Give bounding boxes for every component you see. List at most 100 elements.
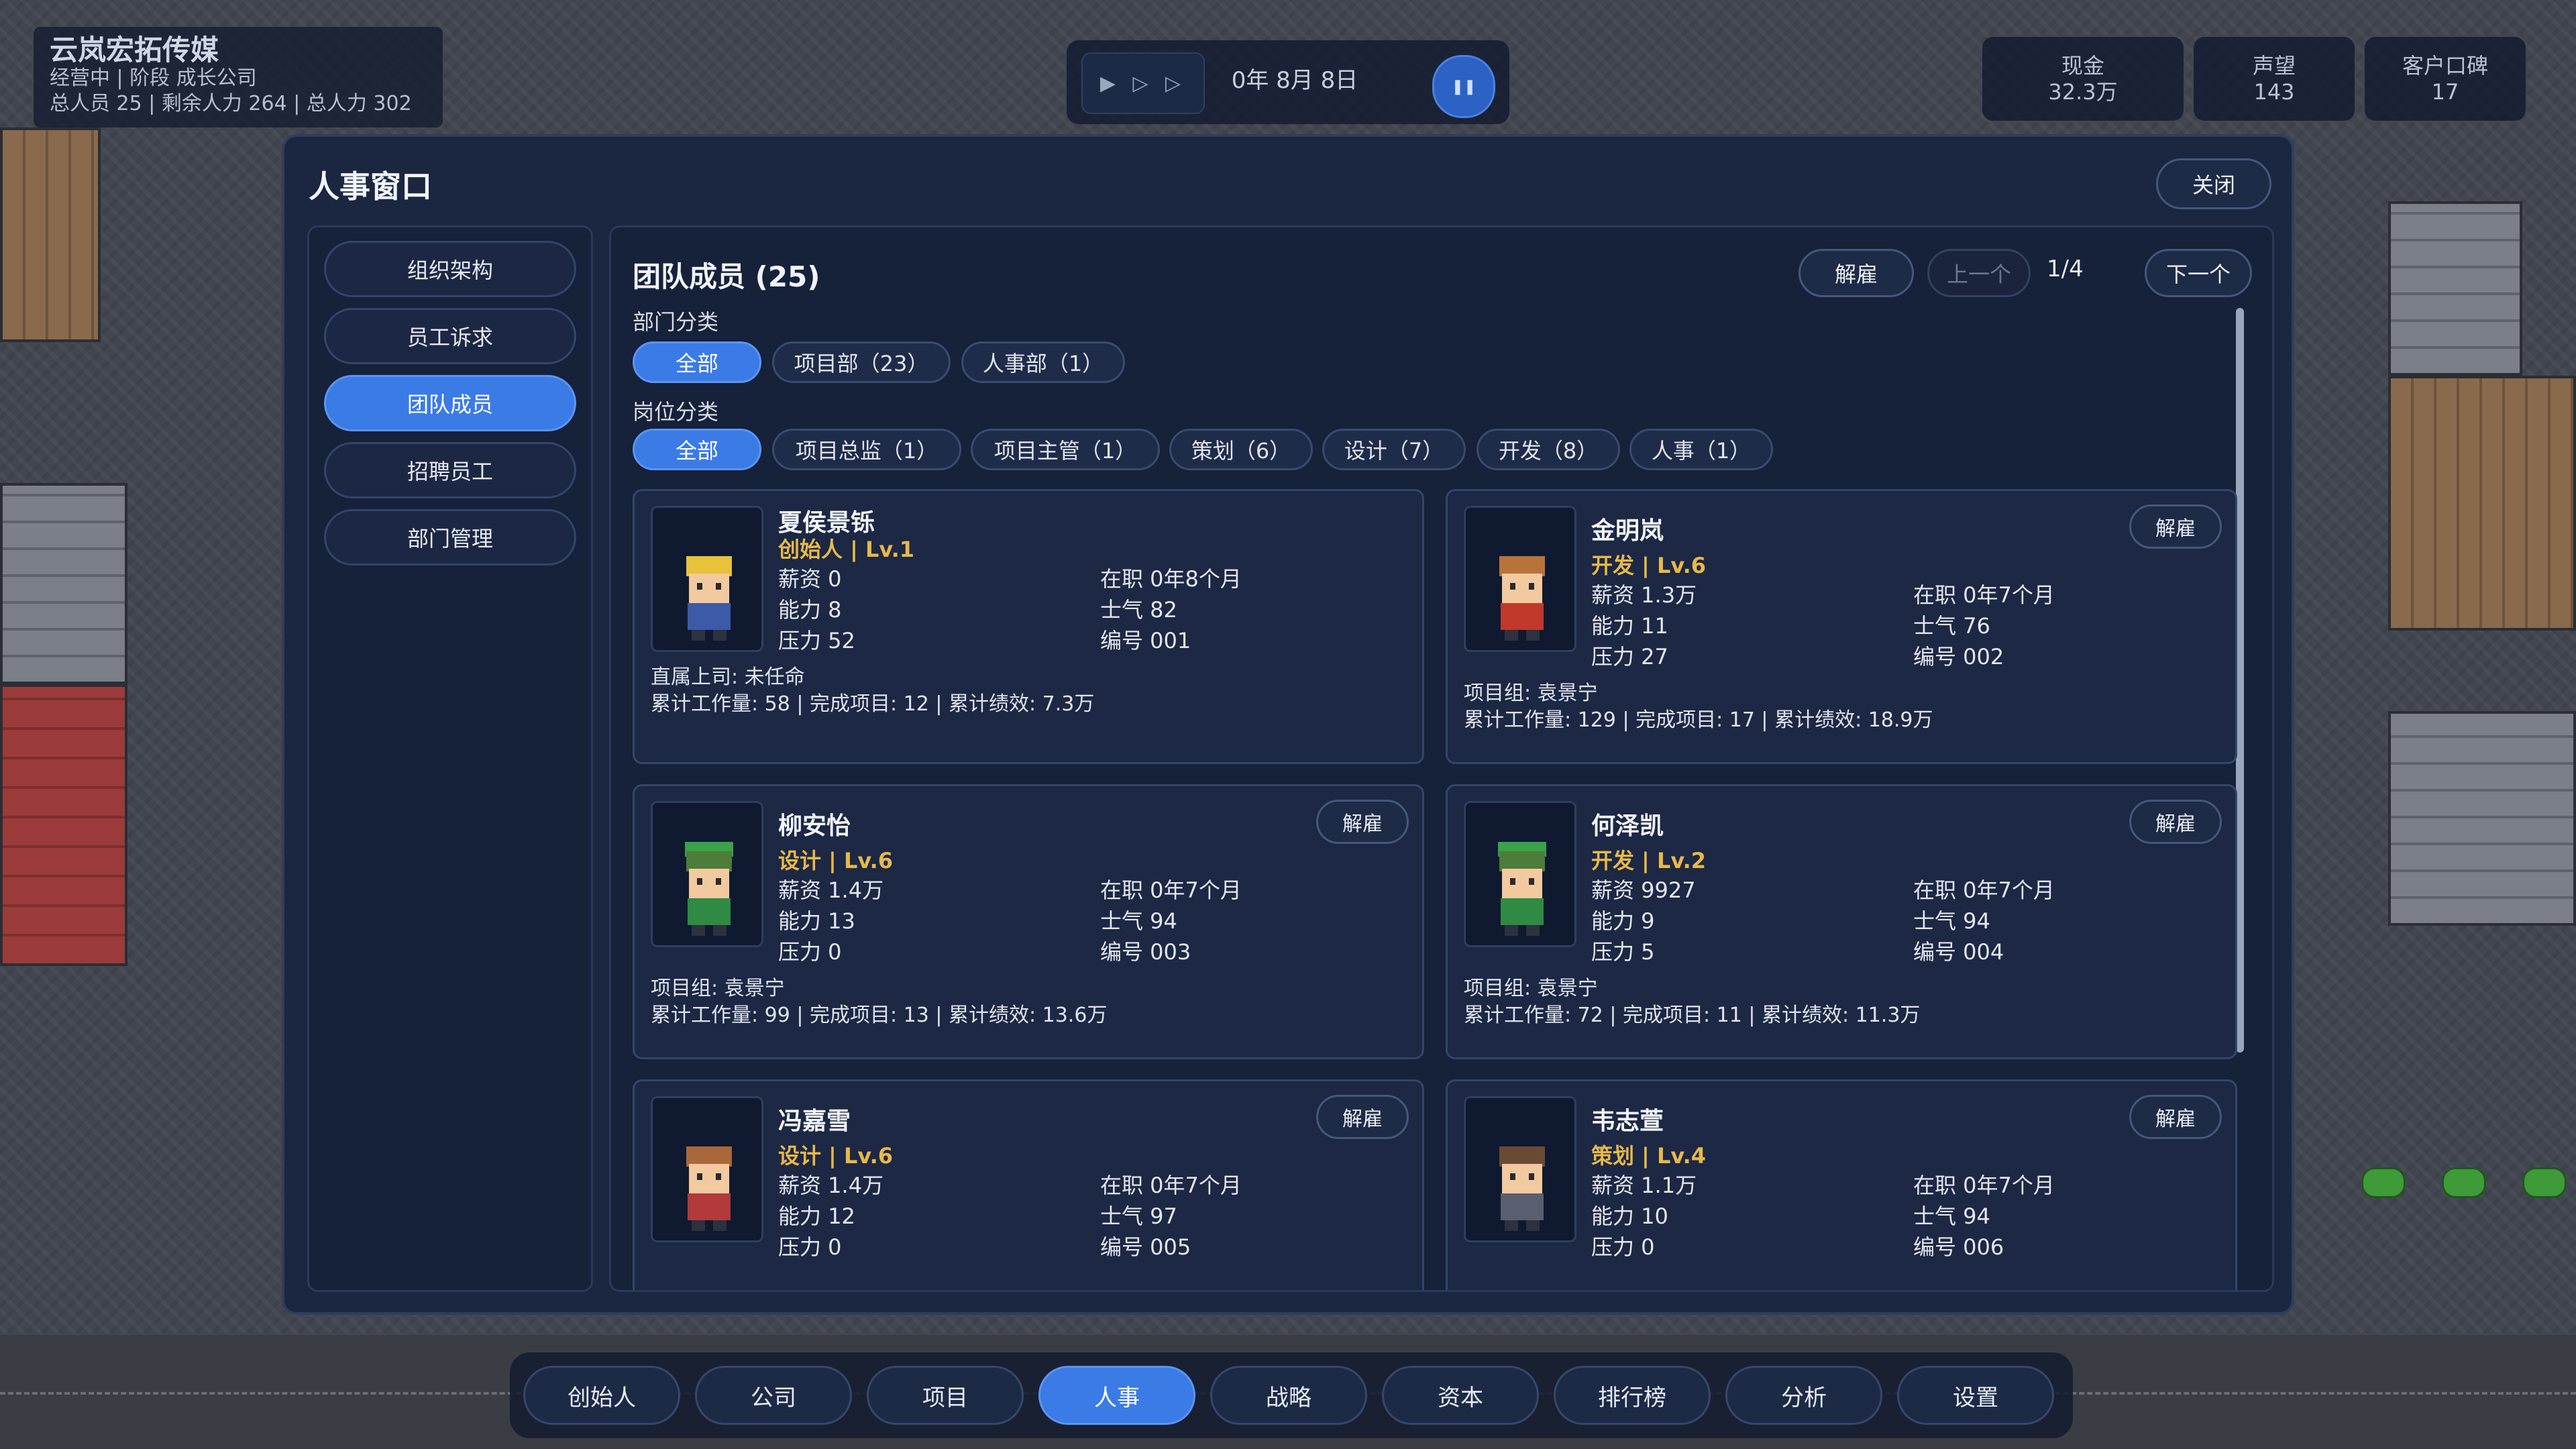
member-salary: 薪资 1.1万 bbox=[1591, 1173, 1697, 1198]
card-fire-button[interactable]: 解雇 bbox=[2129, 504, 2222, 549]
avatar bbox=[1464, 801, 1576, 947]
company-info-panel: 云岚宏拓传媒 经营中 | 阶段 成长公司 总人员 25 | 剩余人力 264 |… bbox=[34, 27, 443, 127]
member-supervisor-or-group: 项目组: 袁景宁 bbox=[651, 977, 785, 1000]
tree bbox=[2361, 1167, 2406, 1198]
pause-button[interactable]: ❚❚ bbox=[1432, 55, 1495, 118]
reputation-stat: 声望 143 bbox=[2194, 37, 2355, 121]
pixel-body bbox=[688, 898, 731, 925]
card-fire-button[interactable]: 解雇 bbox=[1316, 1095, 1409, 1139]
pixel-face bbox=[689, 869, 729, 898]
nav-capital[interactable]: 资本 bbox=[1382, 1366, 1539, 1425]
card-fire-button[interactable]: 解雇 bbox=[2129, 1095, 2222, 1139]
role-chip-hr[interactable]: 人事（1） bbox=[1629, 429, 1773, 470]
sidebar-item-employee-requests[interactable]: 员工诉求 bbox=[324, 308, 576, 364]
hr-window: 人事窗口 关闭 组织架构 员工诉求 团队成员 招聘员工 部门管理 团队成员 (2… bbox=[282, 134, 2294, 1315]
member-pressure: 压力 27 bbox=[1591, 644, 1668, 669]
cash-stat: 现金 32.3万 bbox=[1982, 37, 2184, 121]
member-morale: 士气 76 bbox=[1913, 613, 1990, 639]
member-name: 何泽凯 bbox=[1591, 812, 1664, 840]
member-card[interactable]: 柳安怡 设计 | Lv.6 薪资 1.4万 能力 13 压力 0 在职 0年7个… bbox=[633, 784, 1424, 1059]
member-supervisor-or-group: 项目组: 袁景宁 bbox=[1464, 682, 1598, 705]
role-chip-project-lead[interactable]: 项目主管（1） bbox=[971, 429, 1160, 470]
member-pressure: 压力 0 bbox=[778, 939, 842, 965]
pixel-face bbox=[1502, 1164, 1542, 1193]
member-id: 编号 002 bbox=[1913, 644, 2004, 669]
member-cumulative-stats: 累计工作量: 129 | 完成项目: 17 | 累计绩效: 18.9万 bbox=[1464, 708, 1933, 732]
card-fire-button[interactable]: 解雇 bbox=[1316, 800, 1409, 844]
nav-founder[interactable]: 创始人 bbox=[523, 1366, 680, 1425]
nav-hr[interactable]: 人事 bbox=[1038, 1366, 1195, 1425]
pixel-leg bbox=[1505, 1220, 1518, 1231]
speed-button[interactable]: ▶ ▷ ▷ bbox=[1081, 52, 1205, 114]
team-title: 团队成员 (25) bbox=[633, 260, 820, 293]
member-supervisor-or-group: 直属上司: 未任命 bbox=[651, 665, 805, 689]
avatar bbox=[651, 506, 763, 652]
member-id: 编号 003 bbox=[1100, 939, 1191, 965]
nav-company[interactable]: 公司 bbox=[695, 1366, 852, 1425]
prev-button[interactable]: 上一个 bbox=[1927, 249, 2031, 297]
time-control-panel: ▶ ▷ ▷ 0年 8月 8日 ❚❚ bbox=[1067, 40, 1509, 124]
pixel-leg bbox=[692, 630, 705, 641]
page-indicator: 1/4 bbox=[2047, 256, 2084, 282]
member-id: 编号 005 bbox=[1100, 1234, 1191, 1260]
nav-leaderboard[interactable]: 排行榜 bbox=[1554, 1366, 1711, 1425]
close-button[interactable]: 关闭 bbox=[2156, 158, 2271, 209]
member-salary: 薪资 1.4万 bbox=[778, 1173, 884, 1198]
member-id: 编号 004 bbox=[1913, 939, 2004, 965]
role-chip-all[interactable]: 全部 bbox=[633, 429, 761, 470]
card-fire-button[interactable]: 解雇 bbox=[2129, 800, 2222, 844]
pixel-eye bbox=[1510, 583, 1515, 590]
dept-chip-project[interactable]: 项目部（23） bbox=[772, 341, 951, 383]
tree bbox=[2442, 1167, 2486, 1198]
pixel-face bbox=[1502, 574, 1542, 603]
member-ability: 能力 8 bbox=[778, 597, 842, 623]
member-card[interactable]: 夏侯景铄 创始人 | Lv.1 薪资 0 能力 8 压力 52 在职 0年8个月… bbox=[633, 489, 1424, 764]
role-chip-planning[interactable]: 策划（6） bbox=[1169, 429, 1313, 470]
sidebar-item-org-structure[interactable]: 组织架构 bbox=[324, 241, 576, 297]
next-button[interactable]: 下一个 bbox=[2145, 249, 2252, 297]
avatar bbox=[1464, 1096, 1576, 1242]
window-title: 人事窗口 bbox=[309, 168, 432, 205]
client-rating-stat: 客户口碑 17 bbox=[2365, 37, 2526, 121]
client-rating-label: 客户口碑 bbox=[2402, 53, 2488, 78]
cash-label: 现金 bbox=[2061, 53, 2104, 78]
sidebar-item-team-members[interactable]: 团队成员 bbox=[324, 375, 576, 431]
nav-strategy[interactable]: 战略 bbox=[1210, 1366, 1367, 1425]
avatar bbox=[1464, 506, 1576, 652]
member-id: 编号 006 bbox=[1913, 1234, 2004, 1260]
member-card[interactable]: 韦志萱 策划 | Lv.4 薪资 1.1万 能力 10 压力 0 在职 0年7个… bbox=[1446, 1079, 2237, 1290]
role-chip-dev[interactable]: 开发（8） bbox=[1477, 429, 1620, 470]
member-pressure: 压力 5 bbox=[1591, 939, 1655, 965]
pixel-leg bbox=[1505, 925, 1518, 936]
member-tenure: 在职 0年7个月 bbox=[1913, 582, 2055, 608]
role-chip-project-director[interactable]: 项目总监（1） bbox=[772, 429, 961, 470]
member-pressure: 压力 0 bbox=[1591, 1234, 1655, 1260]
nav-analysis[interactable]: 分析 bbox=[1725, 1366, 1882, 1425]
member-role-level: 创始人 | Lv.1 bbox=[778, 537, 915, 562]
role-chip-design[interactable]: 设计（7） bbox=[1322, 429, 1466, 470]
dept-chip-all[interactable]: 全部 bbox=[633, 341, 761, 383]
member-card[interactable]: 金明岚 开发 | Lv.6 薪资 1.3万 能力 11 压力 27 在职 0年7… bbox=[1446, 489, 2237, 764]
nav-settings[interactable]: 设置 bbox=[1897, 1366, 2054, 1425]
member-name: 金明岚 bbox=[1591, 517, 1664, 545]
building bbox=[0, 483, 127, 684]
dept-chip-hr[interactable]: 人事部（1） bbox=[961, 341, 1125, 383]
pixel-body bbox=[1501, 1193, 1544, 1220]
member-salary: 薪资 1.3万 bbox=[1591, 582, 1697, 608]
member-morale: 士气 97 bbox=[1100, 1203, 1177, 1229]
fire-button[interactable]: 解雇 bbox=[1799, 249, 1914, 297]
sidebar-item-recruit[interactable]: 招聘员工 bbox=[324, 442, 576, 498]
member-role-level: 开发 | Lv.6 bbox=[1591, 553, 1707, 578]
member-card[interactable]: 冯嘉雪 设计 | Lv.6 薪资 1.4万 能力 12 压力 0 在职 0年7个… bbox=[633, 1079, 1424, 1290]
nav-projects[interactable]: 项目 bbox=[867, 1366, 1024, 1425]
pixel-leg bbox=[713, 1220, 727, 1231]
pixel-body bbox=[688, 1193, 731, 1220]
member-tenure: 在职 0年7个月 bbox=[1100, 877, 1242, 903]
member-ability: 能力 12 bbox=[778, 1203, 855, 1229]
member-card[interactable]: 何泽凯 开发 | Lv.2 薪资 9927 能力 9 压力 5 在职 0年7个月… bbox=[1446, 784, 2237, 1059]
member-morale: 士气 82 bbox=[1100, 597, 1177, 623]
sidebar-item-dept-management[interactable]: 部门管理 bbox=[324, 509, 576, 566]
pixel-leg bbox=[1526, 925, 1540, 936]
pixel-leg bbox=[1505, 630, 1518, 641]
member-cumulative-stats: 累计工作量: 72 | 完成项目: 11 | 累计绩效: 11.3万 bbox=[1464, 1004, 1921, 1027]
